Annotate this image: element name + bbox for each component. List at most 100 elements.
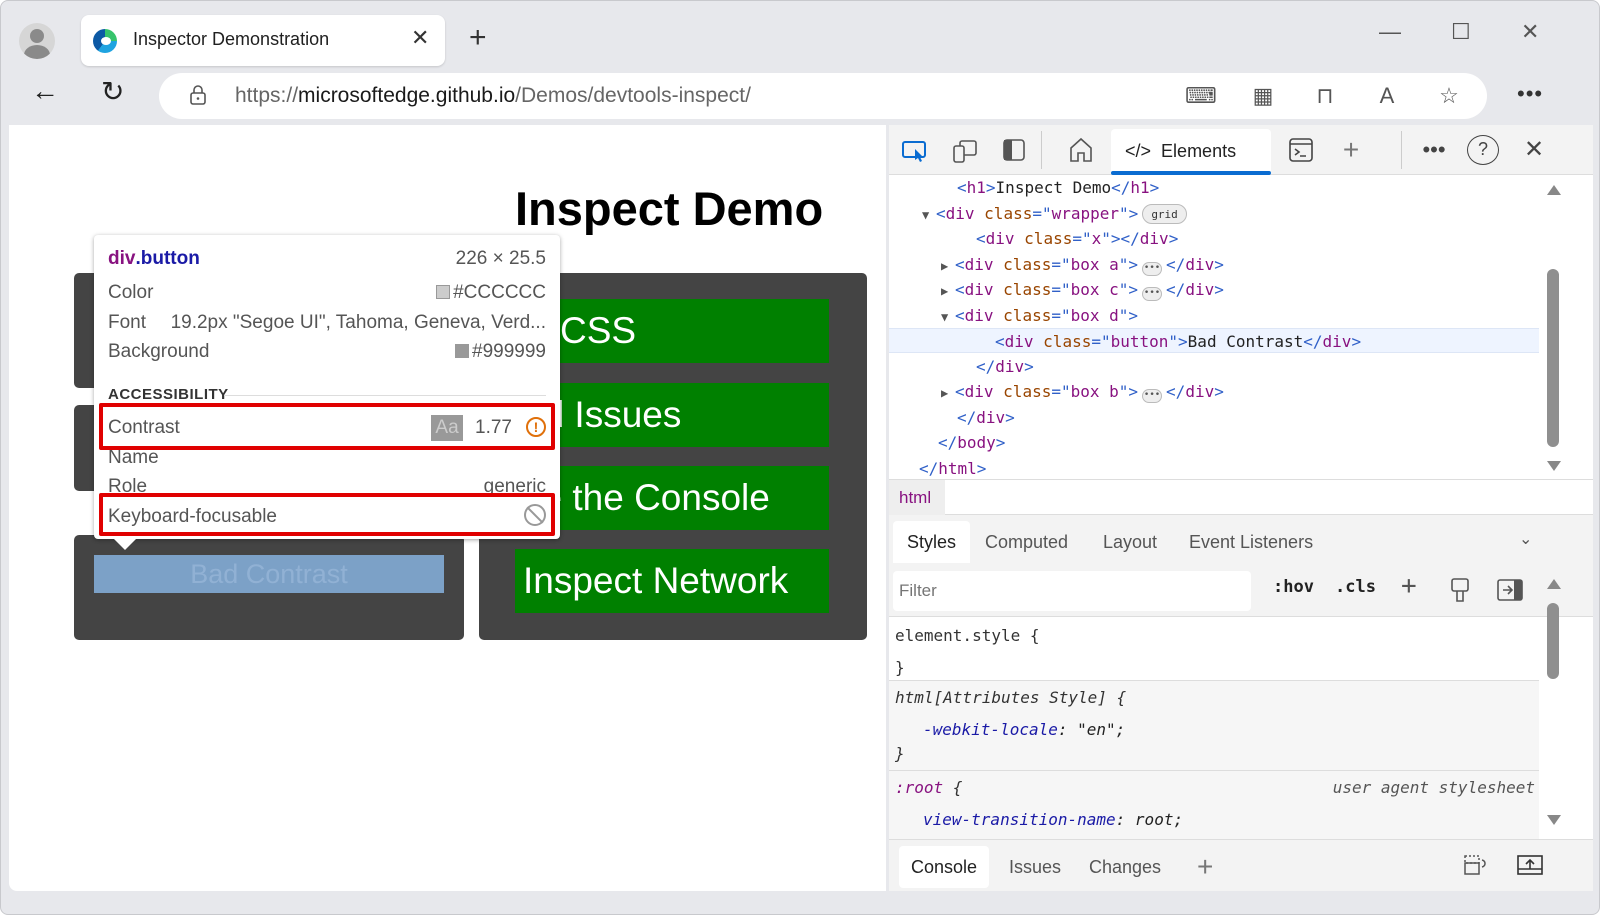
maximize-button[interactable]: ☐: [1451, 19, 1471, 45]
tab-console[interactable]: Console: [899, 846, 990, 888]
dom-node[interactable]: </html>: [889, 456, 1539, 480]
css-property[interactable]: view-transition-name: [923, 810, 1116, 829]
bad-contrast-button[interactable]: Bad Contrast: [94, 555, 444, 593]
favorite-star-icon[interactable]: ☆: [1435, 83, 1463, 109]
rule-selector: :root: [895, 778, 944, 797]
dom-node[interactable]: </body>: [889, 430, 1539, 455]
dom-scrollbar[interactable]: [1543, 183, 1561, 473]
tab-elements[interactable]: </> Elements: [1111, 129, 1271, 175]
chevron-down-icon[interactable]: ⌄: [1519, 529, 1532, 549]
scroll-thumb[interactable]: [1547, 269, 1559, 447]
dom-tree[interactable]: <h1>Inspect Demo</h1> ▼ <div class="wrappe…: [889, 175, 1539, 479]
read-aloud-icon[interactable]: A: [1373, 83, 1401, 109]
rule-close: }: [895, 744, 905, 763]
styles-filter-bar: :hov .cls +: [889, 567, 1593, 617]
use-console-button[interactable]: se the Console: [515, 466, 829, 530]
css-value[interactable]: root;: [1135, 810, 1183, 829]
expand-ellipsis-icon[interactable]: •••: [1142, 287, 1163, 301]
more-options-icon[interactable]: •••: [1419, 135, 1449, 165]
back-button[interactable]: ←: [31, 75, 59, 107]
find-issues-button[interactable]: nd Issues: [515, 383, 829, 447]
close-devtools-icon[interactable]: ✕: [1519, 135, 1549, 165]
expand-triangle-icon[interactable]: ▶: [941, 279, 955, 304]
toggle-sidebar-icon[interactable]: [1497, 579, 1523, 601]
briefcase-icon[interactable]: ⊓: [1311, 83, 1339, 109]
keyboard-highlight-box: [99, 493, 555, 536]
expand-ellipsis-icon[interactable]: •••: [1142, 389, 1163, 403]
edit-css-button[interactable]: lit CSS: [515, 299, 829, 363]
console-tab-icon[interactable]: [1287, 135, 1315, 165]
dom-node[interactable]: ▶ <div class="box c"> ••• </div>: [889, 277, 1539, 302]
dom-node[interactable]: ▶ <div class="box b"> ••• </div>: [889, 379, 1539, 404]
scroll-down-arrow[interactable]: [1547, 461, 1561, 471]
dock-side-icon[interactable]: [1001, 135, 1027, 165]
device-emulation-icon[interactable]: [951, 135, 979, 165]
css-value[interactable]: "en";: [1077, 720, 1125, 739]
dom-node[interactable]: ▼ <div class="wrapper"> grid: [889, 201, 1539, 226]
dom-node[interactable]: </div>: [889, 354, 1539, 379]
dom-node[interactable]: <h1>Inspect Demo</h1>: [889, 175, 1539, 200]
tab-changes[interactable]: Changes: [1077, 846, 1173, 888]
inspect-tooltip: div.button 226 × 25.5 Color #CCCCCC Font…: [94, 235, 560, 550]
scroll-up-arrow[interactable]: [1547, 579, 1561, 589]
scroll-thumb[interactable]: [1547, 603, 1559, 679]
scroll-up-arrow[interactable]: [1547, 185, 1561, 195]
styles-filter-input[interactable]: [893, 571, 1251, 611]
hover-state-toggle[interactable]: :hov: [1273, 577, 1314, 597]
lock-icon[interactable]: [189, 85, 207, 105]
styles-tabbar: Styles Computed Layout Event Listeners ⌄: [889, 515, 1593, 567]
background-value: #999999: [472, 341, 546, 362]
url-text[interactable]: https://microsoftedge.github.io/Demos/de…: [235, 84, 751, 108]
help-icon[interactable]: ?: [1467, 135, 1499, 165]
inspect-element-icon[interactable]: [901, 135, 929, 165]
tab-layout[interactable]: Layout: [1089, 521, 1171, 563]
drawer-add-tab[interactable]: +: [1185, 846, 1225, 888]
dom-node-selected[interactable]: <div class="button">Bad Contrast</div>: [889, 328, 1539, 353]
tab-computed[interactable]: Computed: [971, 521, 1082, 563]
dom-node[interactable]: ▼ <div class="box d">: [889, 303, 1539, 328]
paint-brush-icon[interactable]: [1449, 577, 1471, 605]
new-rule-icon[interactable]: +: [1401, 571, 1417, 601]
apps-icon[interactable]: ▦: [1249, 83, 1277, 109]
edge-logo-icon: [93, 29, 117, 53]
minimize-button[interactable]: —: [1379, 19, 1401, 45]
tab-event-listeners[interactable]: Event Listeners: [1175, 521, 1327, 563]
styles-scrollbar[interactable]: [1543, 577, 1561, 835]
device-icon[interactable]: ⌨: [1185, 83, 1217, 109]
expand-triangle-icon[interactable]: ▶: [941, 381, 955, 406]
address-bar[interactable]: https://microsoftedge.github.io/Demos/de…: [159, 73, 1487, 119]
dom-node[interactable]: ▶ <div class="box a"> ••• </div>: [889, 252, 1539, 277]
refresh-button[interactable]: ↻: [101, 75, 124, 108]
move-to-top-icon[interactable]: [1463, 854, 1489, 876]
close-window-button[interactable]: ✕: [1521, 19, 1539, 45]
collapse-triangle-icon[interactable]: ▼: [922, 203, 936, 228]
home-icon[interactable]: [1067, 135, 1095, 165]
class-toggle[interactable]: .cls: [1335, 577, 1376, 597]
page-viewport: Inspect Demo Bad Contrast lit CSS nd Iss…: [9, 125, 886, 891]
browser-menu-button[interactable]: •••: [1517, 81, 1543, 107]
profile-avatar[interactable]: [19, 23, 55, 59]
scroll-down-arrow[interactable]: [1547, 815, 1561, 825]
close-drawer-icon[interactable]: [1517, 854, 1543, 876]
tab-issues[interactable]: Issues: [997, 846, 1073, 888]
css-property[interactable]: -webkit-locale: [923, 720, 1058, 739]
element-style-rule[interactable]: element.style { }: [889, 617, 1539, 681]
collapse-triangle-icon[interactable]: ▼: [941, 305, 955, 330]
tab-close-icon[interactable]: ✕: [411, 25, 429, 51]
expand-ellipsis-icon[interactable]: •••: [1142, 261, 1163, 276]
dom-node[interactable]: <div class="x"></div>: [889, 226, 1539, 251]
more-tools-add-icon[interactable]: +: [1337, 135, 1365, 165]
root-rule[interactable]: :root { user agent stylesheet view-trans…: [889, 771, 1539, 839]
breadcrumb-html[interactable]: html: [889, 480, 945, 516]
dom-node[interactable]: </div>: [889, 405, 1539, 430]
element-selector: div.button: [108, 248, 200, 269]
tab-styles[interactable]: Styles: [893, 521, 971, 563]
styles-rules[interactable]: element.style { } html[Attributes Style]…: [889, 617, 1539, 839]
inspect-network-button[interactable]: Inspect Network: [515, 549, 829, 613]
new-tab-button[interactable]: +: [469, 21, 487, 55]
grid-badge[interactable]: grid: [1142, 203, 1187, 224]
expand-triangle-icon[interactable]: ▶: [941, 254, 955, 279]
attributes-style-rule[interactable]: html[Attributes Style] { -webkit-locale:…: [889, 681, 1539, 771]
browser-tab[interactable]: Inspector Demonstration ✕: [81, 15, 445, 66]
devtools-toolbar: </> Elements + ••• ? ✕: [889, 125, 1593, 175]
